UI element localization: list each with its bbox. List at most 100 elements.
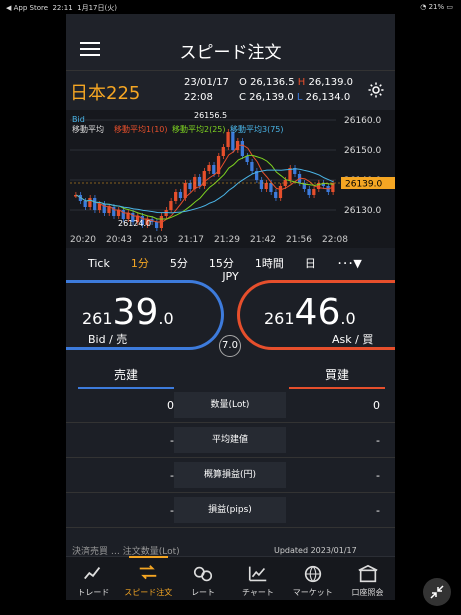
candle: [93, 198, 97, 210]
status-bar: ◀ App Store 22:11 1月17日(火) ◔ 21% ▭: [0, 0, 461, 14]
position-table: 0 数量(Lot) 0- 平均建値 -- 概算損益(円) -- 損益(pips)…: [66, 388, 395, 528]
candle: [174, 192, 178, 201]
symbol-name[interactable]: 日本225: [70, 79, 140, 105]
rate-icon: [193, 566, 213, 582]
gear-icon[interactable]: [367, 81, 385, 99]
buy-position-label: 買建: [289, 366, 385, 389]
low-label: 26124.0: [118, 219, 151, 228]
legend-ma1: 移動平均1(10): [114, 124, 168, 134]
chart-icon: [248, 566, 267, 582]
timeframe-4[interactable]: 1時間: [255, 255, 284, 271]
legend-bid: Bid: [72, 115, 85, 124]
buy-value: -: [376, 434, 380, 447]
time-axis: 20:20 20:43 21:03 21:17 21:29 21:42 21:56 22:08: [66, 234, 395, 248]
ask-label: Ask / 買: [332, 333, 374, 346]
price-panel: 26139.0 Bid / 売 26146.0 Ask / 買 JPY 7.0: [66, 270, 395, 362]
x-tick-label: 22:08: [322, 235, 348, 245]
tab-label: レート: [191, 588, 216, 597]
candle: [264, 183, 268, 189]
row-label: 数量(Lot): [174, 392, 286, 418]
candle: [226, 132, 230, 147]
spread-badge: 7.0: [219, 335, 241, 357]
tab-label: チャート: [241, 588, 274, 597]
candle: [116, 210, 121, 216]
timeframe-5[interactable]: 日: [305, 255, 316, 271]
speed-order-icon: [139, 565, 157, 580]
candle: [88, 198, 92, 207]
tab-chart[interactable]: チャート: [230, 557, 285, 600]
tab-account[interactable]: 口座照会: [340, 557, 395, 600]
x-tick-label: 21:29: [214, 235, 240, 245]
timeframe-3[interactable]: 15分: [209, 255, 234, 271]
bid-sell-button[interactable]: 26139.0 Bid / 売: [66, 280, 224, 350]
ask-buy-button[interactable]: 26146.0 Ask / 買: [237, 280, 395, 350]
table-row: - 平均建値 -: [66, 423, 395, 458]
legend-ma3: 移動平均3(75): [230, 124, 284, 134]
tab-trade[interactable]: トレード: [66, 557, 121, 600]
tab-rate[interactable]: レート: [176, 557, 231, 600]
status-date: 1月17日(火): [77, 4, 117, 12]
sell-value: -: [170, 434, 174, 447]
candle: [278, 186, 283, 198]
quote-datetime: 23/01/17 22:08: [184, 77, 229, 103]
candle: [221, 147, 225, 156]
candle: [274, 192, 278, 198]
y-tick-label: 26130.0: [344, 206, 381, 216]
timeframe-2[interactable]: 5分: [170, 255, 188, 271]
candle: [259, 180, 264, 189]
currency-label: JPY: [222, 270, 239, 283]
candle: [212, 165, 216, 174]
candle: [307, 189, 311, 195]
tab-label: マーケット: [292, 588, 333, 597]
trade-icon: [84, 567, 101, 580]
candle: [169, 201, 173, 210]
table-row: 0 数量(Lot) 0: [66, 388, 395, 423]
table-row: - 損益(pips) -: [66, 493, 395, 528]
tab-label: トレード: [77, 588, 110, 597]
ohlc-values: O 26,136.5 H 26,139.0 C 26,139.0 L 26,13…: [239, 77, 354, 103]
back-to-app-store[interactable]: ◀ App Store: [6, 4, 48, 12]
assistive-touch-button[interactable]: [423, 578, 451, 606]
table-row: - 概算損益(円) -: [66, 458, 395, 493]
candle: [197, 177, 202, 186]
buy-value: 0: [373, 399, 380, 412]
legend-ma: 移動平均: [72, 124, 104, 134]
sell-value: 0: [167, 399, 174, 412]
quote-panel: 日本225 23/01/17 22:08 O 26,136.5 H 26,139.…: [66, 70, 395, 110]
candle: [240, 141, 244, 156]
battery-indicator: ◔ 21% ▭: [420, 3, 453, 11]
y-tick-label: 26160.0: [344, 116, 381, 126]
candle: [83, 201, 87, 207]
header: スピード注文: [66, 14, 395, 70]
tab-bar: トレード スピード注文 レート チャート マーケット 口座照会: [66, 556, 395, 600]
price-chart[interactable]: 26160.026150.026140.026130.0Bid移動平均移動平均1…: [66, 110, 395, 234]
bid-label: Bid / 売: [88, 333, 128, 346]
candle: [207, 165, 211, 171]
candle: [178, 192, 183, 198]
tab-market[interactable]: マーケット: [285, 557, 340, 600]
tab-label: スピード注文: [124, 588, 173, 597]
position-header: 売建 買建: [66, 362, 395, 389]
sell-value: -: [170, 469, 174, 482]
x-tick-label: 21:03: [142, 235, 168, 245]
high-label: 26156.5: [194, 111, 227, 120]
x-tick-label: 20:43: [106, 235, 132, 245]
market-icon: [304, 565, 321, 583]
sell-value: -: [170, 504, 174, 517]
x-tick-label: 21:56: [286, 235, 312, 245]
timeframe-1[interactable]: 1分: [131, 255, 149, 271]
candle: [250, 162, 254, 171]
account-icon: [358, 564, 378, 583]
row-label: 平均建値: [174, 427, 286, 453]
app-window: スピード注文 日本225 23/01/17 22:08 O 26,136.5 H …: [66, 14, 395, 600]
candle: [231, 132, 235, 150]
row-label: 損益(pips): [174, 497, 286, 523]
timeframe-6[interactable]: ･･･▼: [337, 255, 362, 271]
x-tick-label: 21:42: [250, 235, 276, 245]
timeframe-0[interactable]: Tick: [88, 257, 110, 270]
page-title: スピード注文: [179, 43, 282, 63]
x-tick-label: 21:17: [178, 235, 204, 245]
tab-speed-order[interactable]: スピード注文: [121, 556, 176, 600]
row-label: 概算損益(円): [174, 462, 286, 488]
candle: [107, 207, 111, 213]
